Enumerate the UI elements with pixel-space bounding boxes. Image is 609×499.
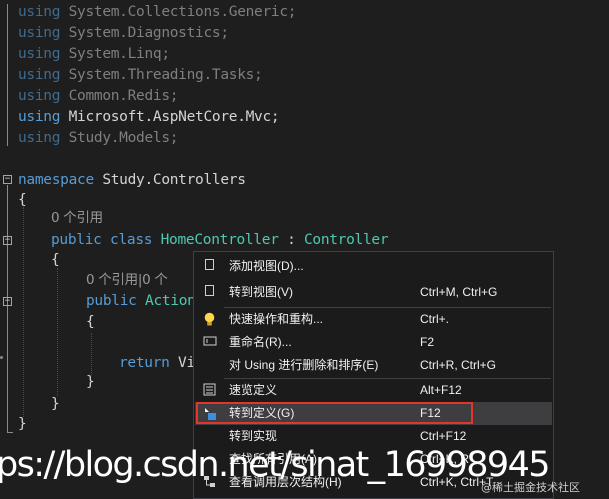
codelens-references[interactable]: 0 个引用|0 个 <box>86 270 168 291</box>
menu-item-add-view[interactable]: 添加视图(D)... <box>195 255 552 278</box>
rename-icon <box>202 335 217 350</box>
code-line-brace: { <box>51 252 60 268</box>
watermark-site: @稀土掘金技术社区 <box>481 481 580 494</box>
outline-bar-end <box>7 432 13 433</box>
codelens-references[interactable]: 0 个引用 <box>51 208 103 229</box>
collapse-class-icon[interactable]: − <box>3 236 12 245</box>
menu-item-go-to-view[interactable]: 转到视图(V) Ctrl+M, Ctrl+G <box>195 281 552 304</box>
peek-icon <box>202 383 217 398</box>
watermark-url: ps://blog.csdn.net/sinat_16998945 <box>0 445 551 485</box>
breakpoint-margin-marker <box>0 356 3 359</box>
code-line-namespace: namespace Study.Controllers <box>18 172 246 188</box>
view-goto-icon <box>202 285 217 300</box>
code-line-using: using Common.Redis; <box>18 88 179 104</box>
indent-guide <box>57 268 58 396</box>
outline-bar <box>7 185 8 432</box>
collapse-namespace-icon[interactable]: − <box>3 175 12 184</box>
code-line-using: using Study.Models; <box>18 130 179 146</box>
collapse-method-icon[interactable]: − <box>3 297 12 306</box>
code-line-brace: } <box>86 374 95 390</box>
highlight-box <box>196 402 473 424</box>
code-line-using: using Microsoft.AspNetCore.Mvc; <box>18 109 280 125</box>
code-line-using: using System.Threading.Tasks; <box>18 67 263 83</box>
indent-guide <box>91 333 92 375</box>
code-line-class: public class HomeController : Controller <box>51 232 389 248</box>
menu-item-rename[interactable]: 重命名(R)... F2 <box>195 331 552 354</box>
code-line-using: using System.Linq; <box>18 46 170 62</box>
code-line-method: public Action <box>86 293 196 309</box>
code-line-brace: } <box>18 416 27 432</box>
outline-bar <box>7 4 8 146</box>
code-line-using: using System.Diagnostics; <box>18 25 229 41</box>
lightbulb-icon <box>202 312 217 327</box>
menu-item-peek-definition[interactable]: 速览定义 Alt+F12 <box>195 379 552 402</box>
code-line-brace: } <box>51 396 60 412</box>
code-line-brace: { <box>86 314 95 330</box>
menu-item-quick-actions[interactable]: 快速操作和重构... Ctrl+. <box>195 308 552 331</box>
indent-guide <box>23 207 24 417</box>
view-add-icon <box>202 259 217 274</box>
code-line-using: using System.Collections.Generic; <box>18 4 297 20</box>
code-line-return: return Vi <box>119 355 195 371</box>
menu-item-remove-sort-usings[interactable]: 对 Using 进行删除和排序(E) Ctrl+R, Ctrl+G <box>195 354 552 377</box>
